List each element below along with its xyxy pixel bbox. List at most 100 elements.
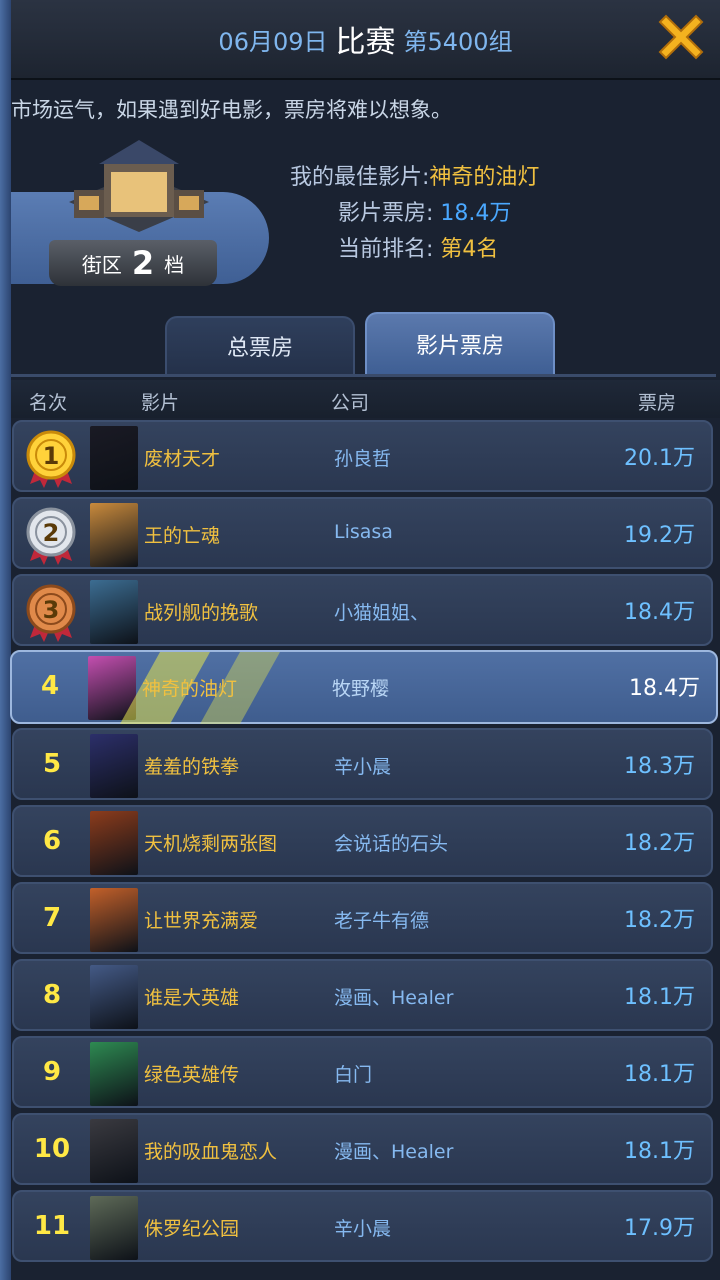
column-company: 公司 xyxy=(331,392,370,414)
table-row[interactable]: 6 天机烧剩两张图 会说话的石头 18.2万 xyxy=(12,805,713,877)
column-rank: 名次 xyxy=(29,392,68,414)
header-title: 比赛 xyxy=(335,25,396,60)
table-row[interactable]: 11 侏罗纪公园 辛小晨 17.9万 xyxy=(12,1190,713,1262)
company-name: 辛小晨 xyxy=(334,756,392,778)
column-header: 名次 影片 公司 票房 xyxy=(11,380,720,418)
column-film: 影片 xyxy=(141,392,180,414)
district-label: 街区 xyxy=(81,252,122,277)
rank-number: 6 xyxy=(42,826,62,856)
best-film-info: 我的最佳影片:神奇的油灯 影片票房: 18.4万 当前排名: 第4名 xyxy=(290,160,539,268)
rank-number: 4 xyxy=(40,671,60,701)
film-poster xyxy=(90,1196,138,1260)
company-name: 漫画、Healer xyxy=(334,1141,454,1163)
table-row-current-player[interactable]: 4 神奇的油灯 牧野樱 18.4万 xyxy=(10,650,718,724)
close-icon xyxy=(658,14,704,60)
film-poster xyxy=(90,811,138,875)
table-row[interactable]: 10 我的吸血鬼恋人 漫画、Healer 18.1万 xyxy=(12,1113,713,1185)
box-office-value: 18.1万 xyxy=(624,985,695,1010)
rank-number: 11 xyxy=(33,1211,71,1241)
best-rank-label: 当前排名: xyxy=(338,237,434,262)
medal-icon: 2 xyxy=(26,507,76,565)
film-name: 绿色英雄传 xyxy=(144,1064,240,1086)
rank-number: 8 xyxy=(42,980,62,1010)
table-row[interactable]: 9 绿色英雄传 白门 18.1万 xyxy=(12,1036,713,1108)
film-poster xyxy=(90,503,138,567)
film-name: 王的亡魂 xyxy=(144,525,221,547)
best-film-line: 我的最佳影片:神奇的油灯 xyxy=(290,160,539,196)
box-office-value: 20.1万 xyxy=(624,446,695,471)
box-office-value: 18.2万 xyxy=(624,908,695,933)
rank-number: 2 xyxy=(43,519,60,547)
medal-icon: 1 xyxy=(26,430,76,488)
table-row[interactable]: 5 羞羞的铁拳 辛小晨 18.3万 xyxy=(12,728,713,800)
film-name: 神奇的油灯 xyxy=(142,678,238,700)
header-date: 06月09日 xyxy=(218,27,328,56)
medal-icon: 3 xyxy=(26,584,76,642)
best-box-label: 影片票房: xyxy=(338,201,434,226)
district-level: 2 xyxy=(131,244,155,282)
film-poster xyxy=(88,656,136,720)
company-name: 会说话的石头 xyxy=(334,833,449,855)
box-office-value: 18.2万 xyxy=(624,831,695,856)
film-name: 谁是大英雄 xyxy=(144,987,240,1009)
tab-total-box-office[interactable]: 总票房 xyxy=(165,316,355,374)
company-name: 牧野樱 xyxy=(332,678,390,700)
box-office-value: 17.9万 xyxy=(624,1216,695,1241)
film-poster xyxy=(90,580,138,644)
district-level-badge: 街区 2 档 xyxy=(49,240,217,286)
rank-number: 3 xyxy=(43,596,60,624)
table-row[interactable]: 2 王的亡魂 Lisasa 19.2万 xyxy=(12,497,713,569)
film-name: 天机烧剩两张图 xyxy=(144,833,278,855)
box-office-value: 18.3万 xyxy=(624,754,695,779)
district-panel: 街区 2 档 xyxy=(11,132,271,292)
film-poster xyxy=(90,965,138,1029)
box-office-value: 18.1万 xyxy=(624,1062,695,1087)
table-row[interactable]: 7 让世界充满爱 老子牛有德 18.2万 xyxy=(12,882,713,954)
best-film-value: 神奇的油灯 xyxy=(429,165,540,190)
best-rank-value: 第4名 xyxy=(440,237,499,262)
company-name: 老子牛有德 xyxy=(334,910,430,932)
left-edge-strip xyxy=(0,0,11,1280)
best-film-label: 我的最佳影片: xyxy=(290,165,430,190)
film-poster xyxy=(90,734,138,798)
header-bar: 06月09日 比赛 第5400组 xyxy=(11,0,720,80)
company-name: Lisasa xyxy=(334,521,393,543)
building-icon xyxy=(69,140,209,232)
box-office-value: 18.4万 xyxy=(624,600,695,625)
box-office-value: 19.2万 xyxy=(624,523,695,548)
best-box-line: 影片票房: 18.4万 xyxy=(290,196,539,232)
header-group: 第5400组 xyxy=(403,27,513,56)
rank-number: 9 xyxy=(42,1057,62,1087)
best-rank-line: 当前排名: 第4名 xyxy=(290,232,539,268)
film-name: 战列舰的挽歌 xyxy=(144,602,259,624)
tab-divider xyxy=(11,374,716,377)
rank-number: 10 xyxy=(33,1134,71,1164)
rank-number: 1 xyxy=(43,442,60,470)
film-poster xyxy=(90,1042,138,1106)
film-name: 羞羞的铁拳 xyxy=(144,756,240,778)
film-name: 侏罗纪公园 xyxy=(144,1218,240,1240)
tab-film-box-office[interactable]: 影片票房 xyxy=(365,312,555,374)
tab-bar: 总票房 影片票房 xyxy=(165,312,565,374)
table-row[interactable]: 8 谁是大英雄 漫画、Healer 18.1万 xyxy=(12,959,713,1031)
company-name: 白门 xyxy=(334,1064,373,1086)
close-button[interactable] xyxy=(652,8,710,66)
box-office-value: 18.4万 xyxy=(629,676,700,701)
district-unit: 档 xyxy=(164,252,185,277)
column-box-office: 票房 xyxy=(638,392,677,414)
company-name: 辛小晨 xyxy=(334,1218,392,1240)
table-row[interactable]: 3 战列舰的挽歌 小猫姐姐、 18.4万 xyxy=(12,574,713,646)
company-name: 小猫姐姐、 xyxy=(334,602,430,624)
news-marquee: 市场运气，如果遇到好电影，票房将难以想象。 xyxy=(11,98,452,122)
film-poster xyxy=(90,426,138,490)
film-name: 我的吸血鬼恋人 xyxy=(144,1141,278,1163)
film-name: 废材天才 xyxy=(144,448,221,470)
film-poster xyxy=(90,1119,138,1183)
film-name: 让世界充满爱 xyxy=(144,910,259,932)
rank-number: 5 xyxy=(42,749,62,779)
table-row[interactable]: 1 废材天才 孙良哲 20.1万 xyxy=(12,420,713,492)
company-name: 漫画、Healer xyxy=(334,987,454,1009)
company-name: 孙良哲 xyxy=(334,448,392,470)
rank-number: 7 xyxy=(42,903,62,933)
box-office-value: 18.1万 xyxy=(624,1139,695,1164)
